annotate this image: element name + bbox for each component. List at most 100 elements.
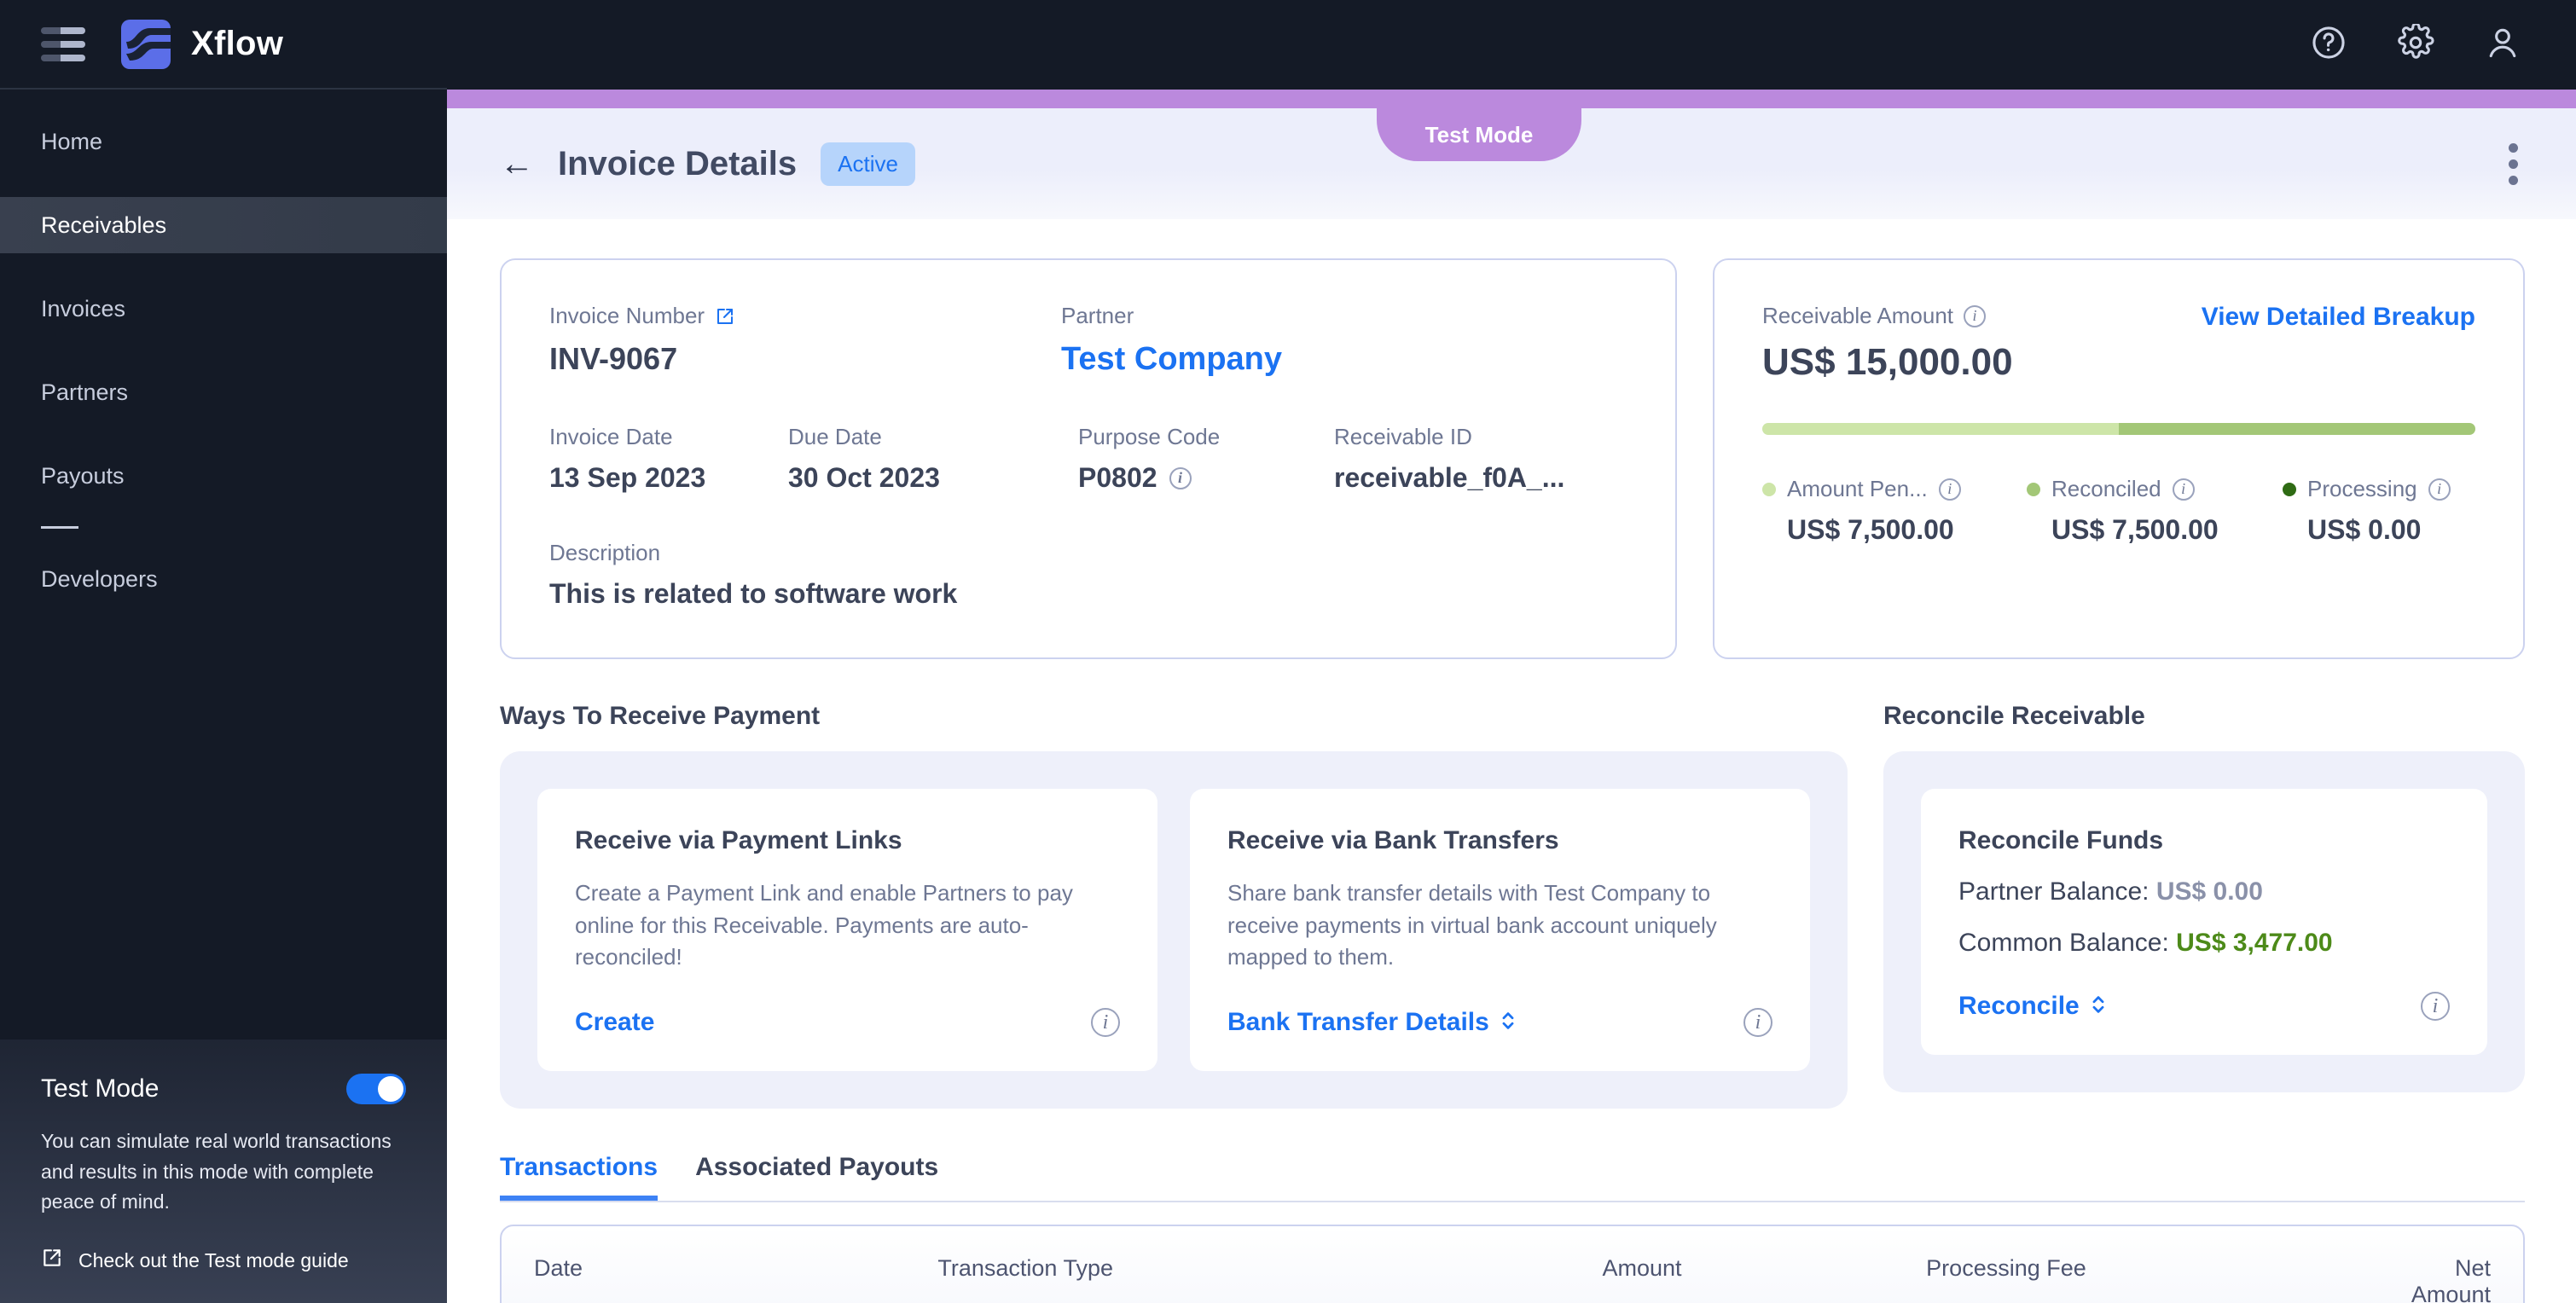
sidebar-item-payouts[interactable]: Payouts [0, 448, 447, 504]
sidebar-item-label: Receivables [41, 211, 167, 238]
main-content: Test Mode ← Invoice Details Active Invoi… [447, 0, 2576, 1303]
view-detailed-breakup-link[interactable]: View Detailed Breakup [2202, 303, 2475, 332]
xflow-logo-icon [121, 19, 171, 69]
receivable-progress-bar [1762, 423, 2475, 435]
progress-segment-reconciled [2119, 423, 2475, 435]
info-icon[interactable]: i [1938, 478, 1961, 501]
legend-label: Amount Pen... [1787, 476, 1928, 501]
test-mode-description: You can simulate real world transactions… [41, 1130, 392, 1213]
tab-associated-payouts[interactable]: Associated Payouts [695, 1153, 938, 1201]
test-mode-banner-bar [447, 90, 2576, 108]
invoice-details-card: Invoice Number INV-9067 Partner Test Com… [500, 258, 1677, 659]
create-payment-link-button[interactable]: Create [575, 1008, 654, 1037]
sidebar-header: Xflow [0, 0, 447, 90]
column-header-processing-fee[interactable]: Processing Fee [1926, 1255, 2372, 1303]
partner-value[interactable]: Test Company [1061, 341, 1282, 378]
receivable-id-value: receivable_f0A_... [1334, 462, 1565, 493]
info-icon[interactable]: i [1091, 1008, 1120, 1038]
reconcile-button[interactable]: Reconcile [1958, 992, 2107, 1021]
sidebar-item-partners[interactable]: Partners [0, 364, 447, 420]
page-title: Invoice Details [558, 144, 798, 182]
table-header-row: Date Transaction Type Amount Processing … [502, 1226, 2523, 1303]
sidebar-nav: Home Receivables Invoices Partners Payou… [0, 90, 447, 1040]
chevron-updown-icon [1500, 1010, 1517, 1035]
invoice-date-field: Invoice Date 13 Sep 2023 [549, 424, 788, 494]
ways-to-receive-payment-section: Ways To Receive Payment Receive via Paym… [500, 702, 1848, 1109]
info-icon[interactable]: i [2428, 478, 2451, 501]
user-icon[interactable] [2484, 24, 2521, 66]
tab-transactions[interactable]: Transactions [500, 1153, 658, 1201]
reconcile-receivable-section: Reconcile Receivable Reconcile Funds Par… [1883, 702, 2525, 1092]
sidebar-item-label: Home [41, 128, 103, 154]
common-balance-row: Common Balance: US$ 3,477.00 [1958, 929, 2450, 958]
sidebar-item-receivables[interactable]: Receivables [0, 197, 447, 253]
receivable-amount-card: Receivable Amount i US$ 15,000.00 View D… [1713, 258, 2525, 659]
description-value: This is related to software work [549, 578, 958, 609]
sections-row: Ways To Receive Payment Receive via Paym… [500, 702, 2525, 1109]
receivable-legend: Amount Pen... i US$ 7,500.00 Reconciled … [1762, 476, 2475, 546]
bottom-tabs: Transactions Associated Payouts [500, 1153, 2525, 1203]
info-icon[interactable]: i [2172, 478, 2195, 501]
more-options-icon[interactable] [2502, 136, 2525, 192]
invoice-date-value: 13 Sep 2023 [549, 462, 706, 493]
reconcile-label: Reconcile [1958, 992, 2080, 1020]
legend-item-processing: Processing i US$ 0.00 [2283, 476, 2451, 546]
test-mode-title: Test Mode [41, 1074, 160, 1103]
common-balance-value: US$ 3,477.00 [2176, 929, 2333, 957]
invoice-number-field: Invoice Number INV-9067 [549, 303, 1061, 378]
payment-links-card: Receive via Payment Links Create a Payme… [537, 789, 1157, 1072]
payment-links-title: Receive via Payment Links [575, 826, 902, 854]
reconcile-panel: Reconcile Funds Partner Balance: US$ 0.0… [1883, 751, 2525, 1092]
gear-icon[interactable] [2397, 22, 2434, 66]
invoice-number-label: Invoice Number [549, 303, 705, 328]
bank-transfer-details-label: Bank Transfer Details [1227, 1008, 1489, 1037]
back-arrow-icon[interactable]: ← [500, 147, 534, 181]
test-mode-guide-label: Check out the Test mode guide [78, 1248, 349, 1271]
sidebar-item-home[interactable]: Home [0, 113, 447, 170]
external-link-icon [41, 1247, 63, 1274]
column-header-date[interactable]: Date [534, 1255, 937, 1303]
column-header-net-amount[interactable]: Net Amount [2372, 1255, 2491, 1303]
column-header-amount[interactable]: Amount [1602, 1255, 1926, 1303]
invoice-date-label: Invoice Date [549, 424, 673, 449]
transactions-table: Date Transaction Type Amount Processing … [500, 1225, 2525, 1303]
bank-transfer-details-button[interactable]: Bank Transfer Details [1227, 1008, 1517, 1037]
external-link-icon[interactable] [715, 306, 735, 327]
hamburger-menu-icon[interactable] [41, 26, 85, 61]
info-icon[interactable]: i [1169, 466, 1192, 489]
due-date-label: Due Date [788, 424, 882, 449]
progress-segment-pending [1762, 423, 2119, 435]
partner-balance-value: US$ 0.00 [2155, 877, 2263, 906]
status-badge: Active [821, 142, 915, 186]
legend-dot-icon [2027, 482, 2040, 496]
common-balance-label: Common Balance: [1958, 929, 2169, 957]
sidebar-item-developers[interactable]: Developers [0, 551, 447, 607]
receivable-id-label: Receivable ID [1334, 424, 1472, 449]
topbar [447, 0, 2576, 90]
info-icon[interactable]: i [1743, 1008, 1772, 1038]
test-mode-toggle[interactable] [346, 1074, 406, 1105]
purpose-code-value: P0802 [1078, 462, 1157, 493]
bank-transfers-description: Share bank transfer details with Test Co… [1227, 880, 1717, 970]
sidebar-item-label: Partners [41, 379, 129, 405]
purpose-code-label: Purpose Code [1078, 424, 1221, 449]
partner-balance-row: Partner Balance: US$ 0.00 [1958, 877, 2450, 906]
info-icon[interactable]: i [1964, 304, 1987, 327]
test-mode-guide-link[interactable]: Check out the Test mode guide [41, 1247, 406, 1274]
help-circle-icon[interactable] [2310, 24, 2347, 66]
brand-logo[interactable]: Xflow [121, 19, 283, 69]
sidebar-item-label: Invoices [41, 295, 126, 321]
reconcile-section-title: Reconcile Receivable [1883, 702, 2145, 730]
chevron-updown-icon [2090, 993, 2107, 1019]
sidebar-item-label: Payouts [41, 462, 125, 489]
column-header-transaction-type[interactable]: Transaction Type [937, 1255, 1602, 1303]
ways-section-title: Ways To Receive Payment [500, 702, 821, 730]
partner-field: Partner Test Company [1061, 303, 1282, 378]
tab-label: Transactions [500, 1153, 659, 1182]
receivable-id-field: Receivable ID receivable_f0A_... [1334, 424, 1564, 494]
legend-label: Processing [2307, 476, 2417, 501]
sidebar: Xflow Home Receivables Invoices Partners… [0, 0, 447, 1303]
legend-value: US$ 0.00 [2307, 514, 2422, 545]
info-icon[interactable]: i [2421, 992, 2450, 1021]
sidebar-item-invoices[interactable]: Invoices [0, 281, 447, 337]
